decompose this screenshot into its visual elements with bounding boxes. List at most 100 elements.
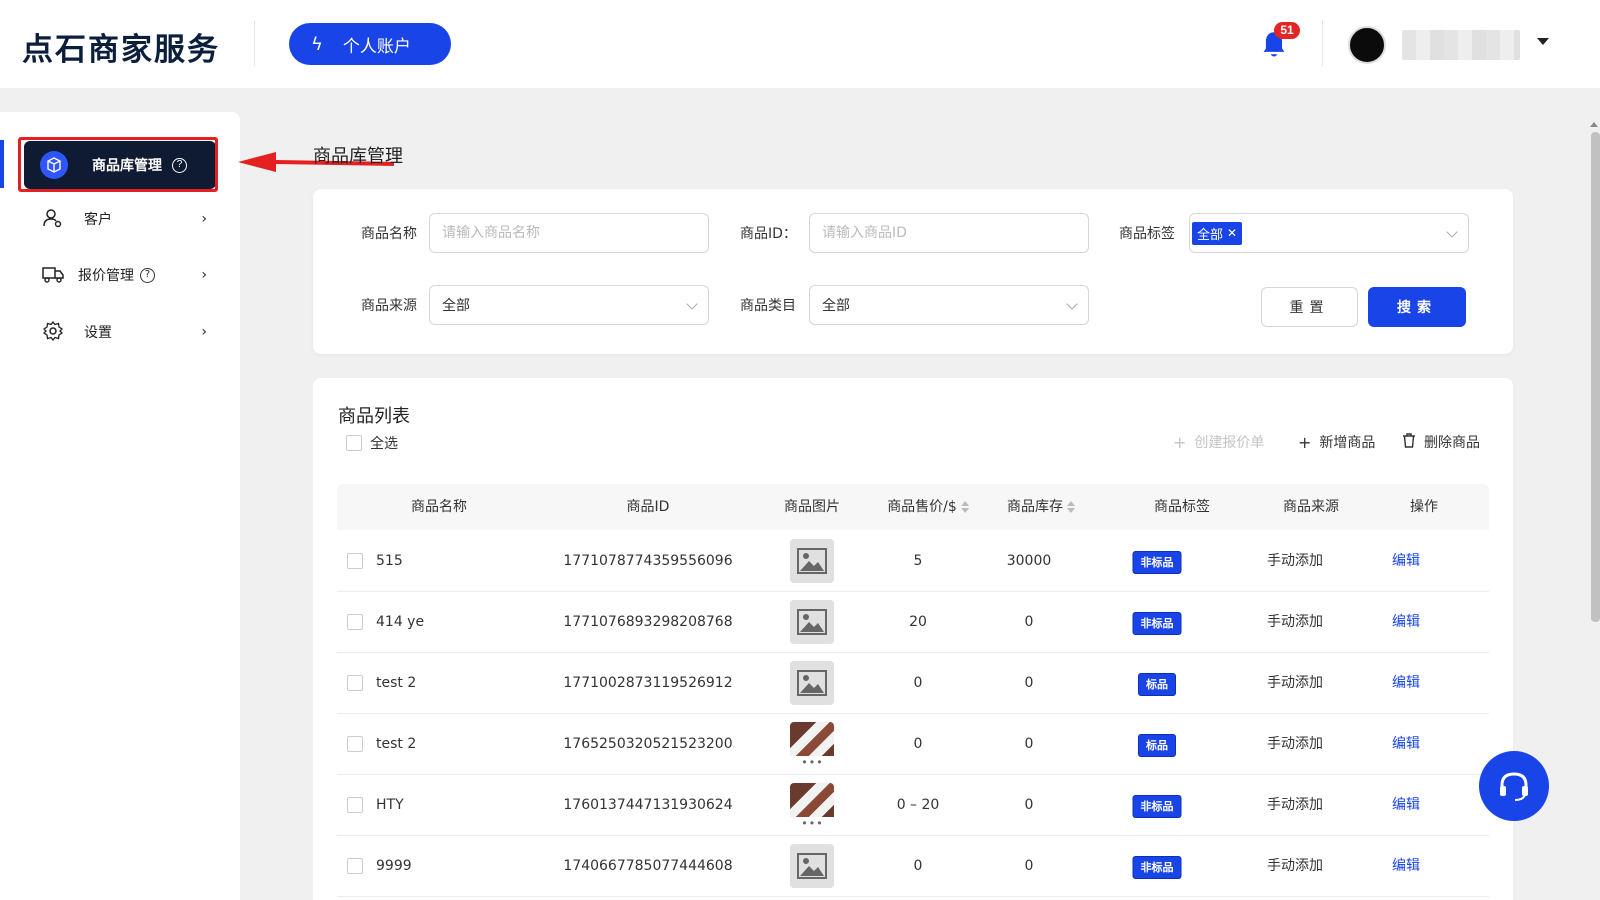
product-id: 1771002873119526912	[563, 675, 733, 691]
checkbox[interactable]	[346, 435, 362, 451]
active-indicator	[0, 140, 4, 188]
product-name-input[interactable]	[429, 213, 709, 253]
scroll-up-icon[interactable]	[1590, 122, 1598, 127]
product-price: 20	[909, 614, 927, 630]
sidebar-item-settings[interactable]: 设置 ›	[42, 317, 207, 347]
edit-link[interactable]: 编辑	[1392, 835, 1420, 897]
plus-icon: +	[1173, 432, 1187, 452]
select-all-label: 全选	[370, 436, 398, 452]
help-icon[interactable]: ?	[140, 267, 155, 283]
product-source-label: 商品来源	[361, 298, 417, 314]
username-redacted[interactable]	[1402, 30, 1520, 60]
product-source: 手动添加	[1267, 553, 1323, 569]
product-image[interactable]	[790, 539, 834, 583]
sort-icon[interactable]	[1067, 501, 1075, 513]
sidebar-item-quotes[interactable]: 报价管理 ? ›	[42, 260, 207, 290]
close-icon[interactable]: ✕	[1227, 226, 1237, 240]
edit-link[interactable]: 编辑	[1392, 774, 1420, 836]
row-checkbox[interactable]	[347, 797, 363, 813]
header-divider	[1322, 20, 1323, 66]
product-list-panel: 商品列表 全选 + 创建报价单 + 新增商品 删除商品 商品名称 商品ID 商品…	[313, 378, 1513, 900]
gear-icon	[42, 320, 64, 343]
edit-link[interactable]: 编辑	[1392, 652, 1420, 714]
price-header-label: 商品售价/$	[887, 499, 957, 515]
column-header-id: 商品ID	[626, 499, 670, 515]
product-tag-select[interactable]: 全部 ✕	[1189, 213, 1469, 253]
brand-logo[interactable]: 点石商家服务	[22, 24, 220, 69]
product-source: 手动添加	[1267, 675, 1323, 691]
product-price: 0	[913, 736, 923, 752]
filter-panel: 商品名称 商品ID： 商品标签 全部 ✕ 商品来源 全部 商品类目 全部 重置 …	[313, 189, 1513, 354]
delete-product-button[interactable]: 删除商品	[1402, 432, 1480, 452]
customer-support-button[interactable]	[1479, 751, 1549, 821]
product-image[interactable]	[790, 722, 834, 768]
row-checkbox[interactable]	[347, 614, 363, 630]
product-tag-badge: 非标品	[1132, 551, 1182, 574]
row-checkbox[interactable]	[347, 553, 363, 569]
column-header-source: 商品来源	[1283, 499, 1339, 515]
table-row: 515 1771078774359556096 5 30000 非标品 手动添加 编辑	[337, 530, 1489, 592]
product-source: 手动添加	[1267, 858, 1323, 874]
list-title: 商品列表	[338, 406, 410, 427]
user-gear-icon	[42, 208, 64, 230]
personal-account-button[interactable]: ϟ 个人账户	[289, 23, 451, 65]
product-price: 0	[913, 675, 923, 691]
product-id-input[interactable]	[809, 213, 1089, 253]
product-name: 414 ye	[376, 614, 425, 630]
image-placeholder-icon	[797, 548, 827, 574]
column-header-action: 操作	[1410, 499, 1438, 515]
product-tag-badge: 非标品	[1132, 612, 1182, 635]
product-image[interactable]	[790, 783, 834, 829]
truck-icon	[42, 264, 64, 286]
product-stock: 30000	[1006, 553, 1052, 569]
sort-icon[interactable]	[960, 501, 969, 513]
product-image[interactable]	[790, 844, 834, 888]
create-quote-label: 创建报价单	[1194, 435, 1265, 451]
column-header-tag: 商品标签	[1154, 499, 1210, 515]
sidebar-item-label: 设置	[84, 325, 112, 341]
row-checkbox[interactable]	[347, 675, 363, 691]
column-header-name: 商品名称	[411, 499, 467, 515]
image-placeholder-icon	[797, 609, 827, 635]
edit-link[interactable]: 编辑	[1392, 591, 1420, 653]
product-stock: 0	[1024, 797, 1034, 813]
product-image[interactable]	[790, 661, 834, 705]
stock-header-label: 商品库存	[1007, 499, 1063, 515]
select-all-checkbox[interactable]: 全选	[346, 433, 398, 453]
product-name: 9999	[376, 858, 412, 874]
avatar[interactable]	[1348, 26, 1386, 64]
search-button[interactable]: 搜索	[1368, 287, 1466, 327]
sidebar-item-customers[interactable]: 客户 ›	[42, 204, 207, 234]
product-tag-label: 商品标签	[1119, 226, 1175, 242]
top-header: 点石商家服务 ϟ 个人账户 51	[0, 0, 1600, 88]
product-category-select[interactable]: 全部	[809, 285, 1089, 325]
product-price: 5	[913, 553, 923, 569]
edit-link[interactable]: 编辑	[1392, 530, 1420, 592]
user-menu-caret-icon[interactable]	[1537, 38, 1549, 45]
product-id: 1771076893298208768	[563, 614, 733, 630]
add-product-button[interactable]: + 新增商品	[1298, 432, 1375, 452]
row-checkbox[interactable]	[347, 858, 363, 874]
chevron-down-icon	[686, 298, 698, 310]
reset-button[interactable]: 重置	[1261, 287, 1358, 327]
plus-icon: +	[1298, 432, 1312, 452]
product-stock: 0	[1024, 614, 1034, 630]
product-tag-badge: 非标品	[1132, 795, 1182, 818]
column-header-price[interactable]: 商品售价/$	[887, 484, 969, 530]
product-image[interactable]	[790, 600, 834, 644]
edit-link[interactable]: 编辑	[1392, 713, 1420, 775]
page-title: 商品库管理	[313, 146, 403, 167]
product-id-label: 商品ID：	[740, 226, 797, 242]
image-placeholder-icon	[797, 670, 827, 696]
table-row: test 2 1765250320521523200 0 0 标品 手动添加 编辑	[337, 713, 1489, 775]
scrollbar-thumb[interactable]	[1591, 132, 1600, 622]
product-source-value: 全部	[442, 298, 470, 314]
table-row: 9999 1740667785077444608 0 0 非标品 手动添加 编辑	[337, 835, 1489, 897]
product-category-value: 全部	[822, 298, 850, 314]
column-header-stock[interactable]: 商品库存	[1007, 484, 1075, 530]
chevron-right-icon: ›	[201, 267, 207, 283]
product-source-select[interactable]: 全部	[429, 285, 709, 325]
row-checkbox[interactable]	[347, 736, 363, 752]
create-quote-button[interactable]: + 创建报价单	[1173, 432, 1264, 452]
selected-tag-chip: 全部 ✕	[1192, 221, 1243, 245]
